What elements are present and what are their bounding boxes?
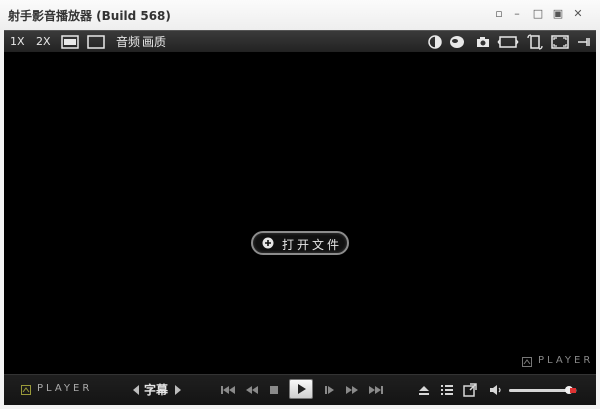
play-icon bbox=[298, 384, 306, 394]
zoom-1x-button[interactable]: 1X bbox=[10, 34, 25, 50]
pin-button[interactable]: ▫ bbox=[490, 6, 508, 22]
open-file-label: 打开文件 bbox=[282, 238, 343, 252]
top-toolbar: 1X 2X 音频 画质 bbox=[4, 30, 596, 52]
subtitle-menu[interactable]: 字幕 bbox=[144, 381, 168, 398]
fast-forward-icon[interactable] bbox=[344, 382, 360, 398]
3d-icon[interactable] bbox=[448, 34, 466, 50]
plus-icon bbox=[262, 237, 274, 249]
rewind-icon[interactable] bbox=[244, 382, 260, 398]
stop-icon[interactable] bbox=[266, 382, 282, 398]
player-logo: PLAYER bbox=[21, 383, 93, 396]
frame-step-icon[interactable] bbox=[322, 382, 338, 398]
skip-back-icon[interactable] bbox=[220, 382, 236, 398]
playlist-icon[interactable] bbox=[439, 382, 455, 398]
restore-button[interactable]: □ bbox=[529, 6, 547, 22]
volume-icon[interactable] bbox=[488, 382, 504, 398]
player-window: 射手影音播放器 (Build 568) ▫ – □ ▣ ✕ 1X 2X 音频 画… bbox=[0, 0, 600, 409]
logo-text: PLAYER bbox=[37, 383, 93, 394]
maximize-button[interactable]: ▣ bbox=[549, 6, 567, 22]
stretch-icon[interactable] bbox=[61, 34, 79, 50]
subtitle-next-icon[interactable] bbox=[174, 384, 182, 396]
external-icon[interactable] bbox=[462, 382, 478, 398]
fit-window-icon[interactable] bbox=[87, 34, 105, 50]
zoom-2x-button[interactable]: 2X bbox=[36, 34, 51, 50]
player-watermark: PLAYER bbox=[522, 355, 590, 368]
volume-fill bbox=[509, 389, 569, 392]
rotate-icon[interactable] bbox=[526, 34, 544, 50]
play-button[interactable] bbox=[289, 379, 313, 399]
screen-rotate-icon[interactable] bbox=[497, 34, 519, 50]
pin-on-top-icon[interactable] bbox=[576, 34, 594, 50]
open-file-button[interactable]: 打开文件 bbox=[251, 231, 349, 255]
picture-menu[interactable]: 画质 bbox=[142, 34, 166, 50]
color-wheel-icon[interactable] bbox=[426, 34, 444, 50]
watermark-text: PLAYER bbox=[538, 355, 594, 366]
close-button[interactable]: ✕ bbox=[569, 6, 587, 22]
fullscreen-icon[interactable] bbox=[550, 34, 569, 50]
subtitle-prev-icon[interactable] bbox=[132, 384, 140, 396]
minimize-button[interactable]: – bbox=[508, 6, 526, 22]
skip-forward-icon[interactable] bbox=[368, 382, 384, 398]
video-area[interactable]: 打开文件 PLAYER bbox=[4, 52, 596, 374]
title-bar[interactable]: 射手影音播放器 (Build 568) ▫ – □ ▣ ✕ bbox=[0, 0, 600, 30]
volume-slider[interactable] bbox=[509, 386, 577, 394]
logo-icon bbox=[21, 385, 31, 395]
audio-menu[interactable]: 音频 bbox=[116, 34, 140, 50]
logo-icon bbox=[522, 357, 532, 367]
control-bar: PLAYER 字幕 bbox=[4, 374, 596, 405]
volume-max-indicator bbox=[570, 388, 576, 393]
window-title: 射手影音播放器 (Build 568) bbox=[8, 9, 171, 23]
eject-icon[interactable] bbox=[416, 382, 432, 398]
camera-icon[interactable] bbox=[474, 34, 492, 50]
